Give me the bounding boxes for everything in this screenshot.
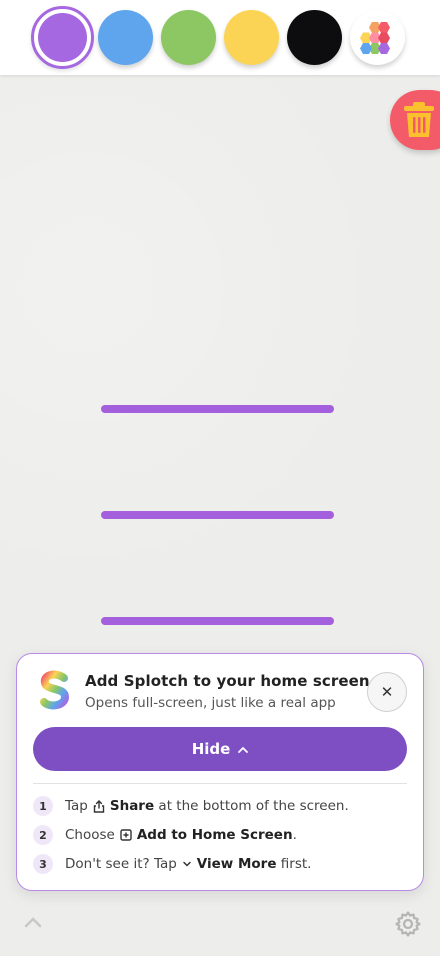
close-button[interactable]: ✕ [367, 672, 407, 712]
swatch-purple-fill [38, 13, 87, 62]
install-step: 1 Tap Share at the bottom of the screen. [33, 795, 413, 817]
hide-button[interactable]: Hide [33, 727, 407, 771]
swatch-multicolor[interactable] [350, 10, 405, 65]
step-text: . [292, 827, 297, 843]
step-text: first. [280, 856, 312, 872]
drawn-stroke [101, 405, 334, 413]
step-action: Add to Home Screen [136, 827, 293, 843]
step-number: 3 [33, 854, 53, 874]
step-text: Tap [65, 798, 88, 814]
chevron-up-icon[interactable] [24, 916, 42, 928]
step-number: 1 [33, 796, 53, 816]
card-divider [33, 783, 407, 784]
install-subtitle: Opens full-screen, just like a real app [85, 695, 336, 711]
swatch-black[interactable] [287, 10, 342, 65]
install-title: Add Splotch to your home screen [85, 672, 370, 690]
drawn-stroke [101, 511, 334, 519]
splotch-logo-icon [40, 670, 70, 710]
chevron-down-icon [182, 860, 192, 868]
step-text: Choose [65, 827, 115, 843]
install-prompt-card: Add Splotch to your home screen Opens fu… [16, 653, 424, 891]
color-palette [0, 0, 440, 75]
install-step: 2 Choose Add to Home Screen . [33, 824, 413, 846]
swatch-green[interactable] [161, 10, 216, 65]
step-action: View More [196, 856, 277, 872]
drawn-stroke [101, 617, 334, 625]
swatch-blue[interactable] [98, 10, 153, 65]
swatch-purple[interactable] [31, 6, 94, 69]
hexagon-cluster-icon [360, 22, 390, 54]
chevron-up-icon [238, 746, 249, 753]
install-step: 3 Don't see it? Tap View More first. [33, 853, 413, 875]
add-square-icon [120, 829, 132, 841]
step-action: Share [109, 798, 155, 814]
step-text: at the bottom of the screen. [158, 798, 349, 814]
step-number: 2 [33, 825, 53, 845]
share-icon [93, 799, 105, 813]
swatch-yellow[interactable] [224, 10, 279, 65]
trash-icon [404, 102, 434, 137]
step-text: Don't see it? Tap [65, 856, 177, 872]
settings-gear-icon[interactable] [394, 910, 422, 938]
hide-button-label: Hide [191, 740, 231, 758]
